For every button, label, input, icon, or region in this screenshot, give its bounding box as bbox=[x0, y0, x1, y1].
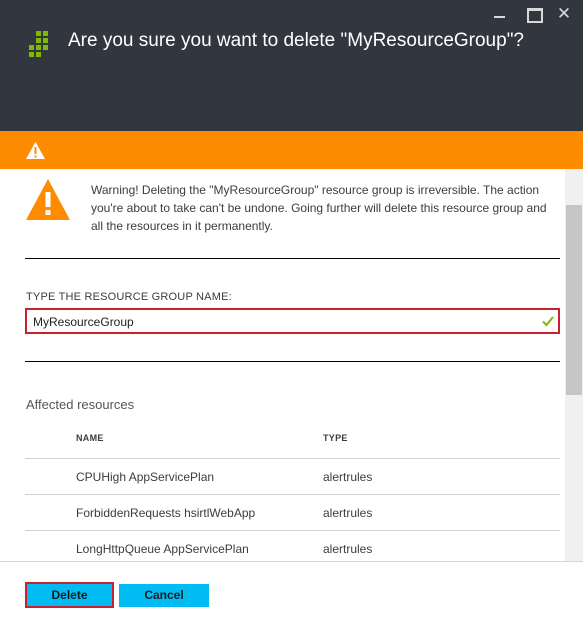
table-cell-name: LongHttpQueue AppServicePlan bbox=[76, 542, 249, 556]
close-icon[interactable]: ✕ bbox=[553, 5, 575, 22]
minimize-icon[interactable] bbox=[489, 6, 511, 22]
table-cell-type: alertrules bbox=[323, 470, 373, 484]
checkmark-icon bbox=[542, 316, 554, 327]
scrollbar-thumb[interactable] bbox=[566, 205, 582, 395]
table-cell-name: ForbiddenRequests hsirtlWebApp bbox=[76, 506, 256, 520]
maximize-icon[interactable] bbox=[522, 6, 544, 23]
column-header-type: TYPE bbox=[323, 433, 348, 443]
row-divider bbox=[25, 530, 560, 531]
resource-group-name-label: TYPE THE RESOURCE GROUP NAME: bbox=[26, 291, 232, 303]
warning-bar bbox=[0, 131, 583, 169]
row-divider bbox=[25, 494, 560, 495]
table-cell-type: alertrules bbox=[323, 506, 373, 520]
delete-button[interactable]: Delete bbox=[25, 582, 114, 608]
resource-group-name-input-wrapper[interactable] bbox=[25, 308, 560, 334]
warning-icon bbox=[26, 142, 45, 159]
warning-message: Warning! Deleting the "MyResourceGroup" … bbox=[91, 183, 547, 233]
footer-divider bbox=[0, 561, 583, 562]
column-header-name: NAME bbox=[76, 433, 104, 443]
table-cell-name: CPUHigh AppServicePlan bbox=[76, 470, 215, 484]
divider bbox=[25, 258, 560, 259]
affected-resources-title: Affected resources bbox=[26, 397, 135, 412]
page-title: Are you sure you want to delete "MyResou… bbox=[68, 30, 524, 51]
cancel-button[interactable]: Cancel bbox=[119, 584, 209, 607]
warning-icon bbox=[26, 179, 70, 220]
resource-group-name-input[interactable] bbox=[33, 313, 533, 331]
table-cell-type: alertrules bbox=[323, 542, 373, 556]
row-divider bbox=[25, 458, 560, 459]
divider bbox=[25, 361, 560, 362]
resource-group-icon bbox=[29, 31, 48, 57]
